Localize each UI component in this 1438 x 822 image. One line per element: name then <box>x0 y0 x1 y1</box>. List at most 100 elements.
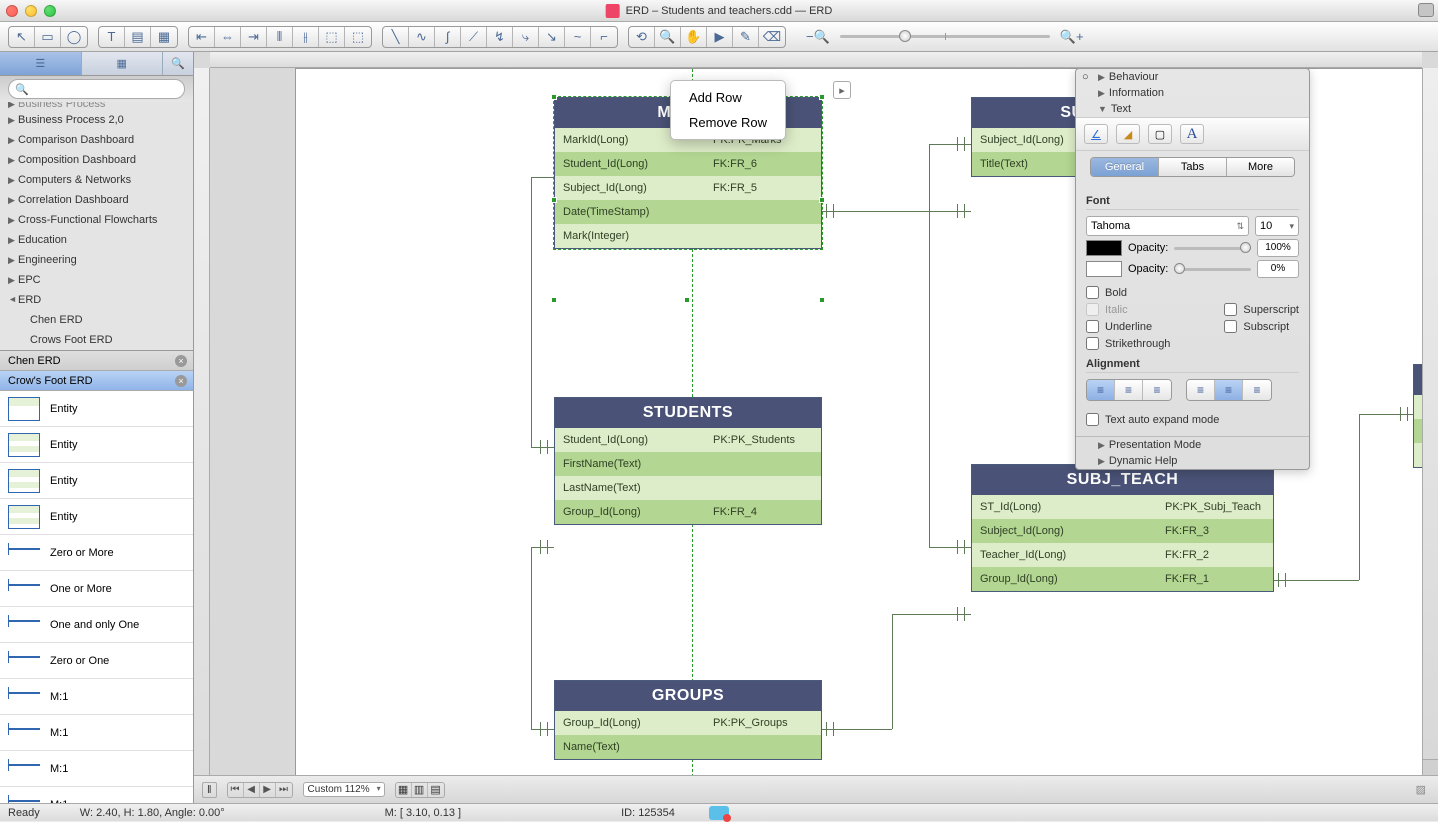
tree-item[interactable]: ▶Computers & Networks <box>0 170 193 190</box>
entity-row[interactable]: Group_Id(Long)FK:FR_1 <box>972 567 1273 591</box>
resize-handle[interactable] <box>551 94 557 100</box>
stencil-item[interactable]: One and only One <box>0 607 193 643</box>
entity-row[interactable]: Student_Id(Long)PK:PK_Students <box>555 428 821 452</box>
section-dynamic-help[interactable]: ▶Dynamic Help <box>1076 453 1309 469</box>
bg-opacity-slider[interactable] <box>1174 268 1251 271</box>
bold-checkbox[interactable]: Bold <box>1086 286 1170 299</box>
tree-item-child[interactable]: Crows Foot ERD <box>0 330 193 350</box>
tree-item[interactable]: ▶Business Process 2,0 <box>0 110 193 130</box>
close-icon[interactable]: × <box>175 355 187 367</box>
entity-row[interactable]: LastName(Text) <box>1414 443 1422 467</box>
ellipse-tool[interactable]: ◯ <box>61 27 87 47</box>
text-background-icon[interactable]: ▢ <box>1148 124 1172 144</box>
entity-students[interactable]: STUDENTS Student_Id(Long)PK:PK_StudentsF… <box>554 397 822 525</box>
tree-item[interactable]: ▼ERD <box>0 290 193 310</box>
table-tool[interactable]: ▦ <box>151 27 177 47</box>
rounded-conn-tool[interactable]: ⤷ <box>513 27 539 47</box>
font-size-select[interactable]: 10▾ <box>1255 216 1299 236</box>
text-color-swatch[interactable] <box>1086 240 1122 256</box>
resize-handle[interactable] <box>819 94 825 100</box>
text-fill-icon[interactable]: ◢ <box>1116 124 1140 144</box>
reroute-tool[interactable]: ⟲ <box>629 27 655 47</box>
close-window-button[interactable] <box>6 5 18 17</box>
entity-row[interactable]: Date(TimeStamp) <box>555 200 821 224</box>
elbow-tool[interactable]: ⌐ <box>591 27 617 47</box>
strike-checkbox[interactable]: Strikethrough <box>1086 337 1170 350</box>
stencil-item[interactable]: M:1 <box>0 787 193 803</box>
resize-handle[interactable] <box>551 197 557 203</box>
rect-tool[interactable]: ▭ <box>35 27 61 47</box>
fullscreen-button[interactable] <box>1418 3 1434 17</box>
tree-item[interactable]: ▶Composition Dashboard <box>0 150 193 170</box>
entity-subj-teach[interactable]: SUBJ_TEACH ST_Id(Long)PK:PK_Subj_TeachSu… <box>971 464 1274 592</box>
entity-row[interactable]: ST_Id(Long)PK:PK_Subj_Teach <box>972 495 1273 519</box>
align-bottom[interactable]: ≡ <box>1243 380 1271 400</box>
erase-tool[interactable]: ⌫ <box>759 27 785 47</box>
align-center-tool[interactable]: ⇔ <box>215 27 241 47</box>
canvas[interactable]: MARKS MarkId(Long)PK:PK_MarksStudent_Id(… <box>210 68 1422 775</box>
zoom-tool[interactable]: 🔍 <box>655 27 681 47</box>
page-tool[interactable]: ▤ <box>125 27 151 47</box>
spline-tool[interactable]: ∫ <box>435 27 461 47</box>
align-top[interactable]: ≡ <box>1187 380 1215 400</box>
entity-row[interactable]: FirstName(Text) <box>555 452 821 476</box>
relation-line[interactable] <box>929 144 930 547</box>
section-text[interactable]: ▼Text <box>1076 101 1309 117</box>
zoom-out-icon[interactable]: −🔍 <box>806 29 830 45</box>
tree-item-child[interactable]: Chen ERD <box>0 310 193 330</box>
stencil-item[interactable]: One or More <box>0 571 193 607</box>
align-right-tool[interactable]: ⇥ <box>241 27 267 47</box>
prev-page[interactable]: ◀ <box>244 783 260 797</box>
library-grid-tab[interactable]: ▦ <box>82 52 164 75</box>
snap-guides[interactable]: ▥ <box>412 783 428 797</box>
align-left-tool[interactable]: ⇤ <box>189 27 215 47</box>
snap-grid[interactable]: ▦ <box>396 783 412 797</box>
align-middle[interactable]: ≡ <box>1215 380 1243 400</box>
stencil-item[interactable]: Zero or More <box>0 535 193 571</box>
font-family-select[interactable]: Tahoma⇅ <box>1086 216 1249 236</box>
first-page[interactable]: ⏮ <box>228 783 244 797</box>
entity-row[interactable]: Group_Id(Long)PK:PK_Groups <box>555 711 821 735</box>
zoom-window-button[interactable] <box>44 5 56 17</box>
stencil-item[interactable]: Zero or One <box>0 643 193 679</box>
tree-item[interactable]: ▶Comparison Dashboard <box>0 130 193 150</box>
tab-tabs[interactable]: Tabs <box>1159 158 1227 176</box>
line-tool[interactable]: ╲ <box>383 27 409 47</box>
resize-handle[interactable] <box>551 297 557 303</box>
stencil-item[interactable]: M:1 <box>0 751 193 787</box>
section-presentation-mode[interactable]: ▶Presentation Mode <box>1076 437 1309 453</box>
relation-line[interactable] <box>892 614 893 729</box>
zoom-in-icon[interactable]: 🔍+ <box>1060 29 1084 45</box>
dist-h-tool[interactable]: ⫴ <box>267 27 293 47</box>
stencil-item[interactable]: Entity <box>0 463 193 499</box>
zoom-fit-button[interactable] <box>1422 759 1438 775</box>
align-left[interactable]: ≡ <box>1087 380 1115 400</box>
resize-handle[interactable] <box>819 197 825 203</box>
group-tool[interactable]: ⬚ <box>319 27 345 47</box>
pointer-tool[interactable]: ↖ <box>9 27 35 47</box>
tree-item[interactable]: ▶Correlation Dashboard <box>0 190 193 210</box>
entity-row[interactable]: Name(Text) <box>555 735 821 759</box>
tab-more[interactable]: More <box>1227 158 1294 176</box>
presentation-tool[interactable]: ▶ <box>707 27 733 47</box>
bg-color-swatch[interactable] <box>1086 261 1122 277</box>
zoom-select[interactable]: Custom 112% <box>303 782 385 797</box>
align-right[interactable]: ≡ <box>1143 380 1171 400</box>
stencil-item[interactable]: Entity <box>0 499 193 535</box>
text-underline-color-icon[interactable]: ∠ <box>1084 124 1108 144</box>
last-page[interactable]: ⏭ <box>276 783 292 797</box>
snap-objects[interactable]: ▤ <box>428 783 444 797</box>
italic-checkbox[interactable]: Italic <box>1086 303 1170 316</box>
stencil-item[interactable]: Entity <box>0 391 193 427</box>
close-icon[interactable]: × <box>175 375 187 387</box>
entity-row[interactable]: Subject_Id(Long)FK:FR_3 <box>972 519 1273 543</box>
curve-tool[interactable]: ∿ <box>409 27 435 47</box>
bg-opacity-field[interactable]: 0% <box>1257 260 1299 278</box>
page-tab-handle[interactable]: ‖ <box>202 782 217 798</box>
library-tree-tab[interactable]: ☰ <box>0 52 82 75</box>
library-search-tab[interactable]: 🔍 <box>163 52 193 75</box>
minimize-window-button[interactable] <box>25 5 37 17</box>
stencil-item[interactable]: M:1 <box>0 679 193 715</box>
relation-line[interactable] <box>531 177 554 178</box>
underline-checkbox[interactable]: Underline <box>1086 320 1170 333</box>
